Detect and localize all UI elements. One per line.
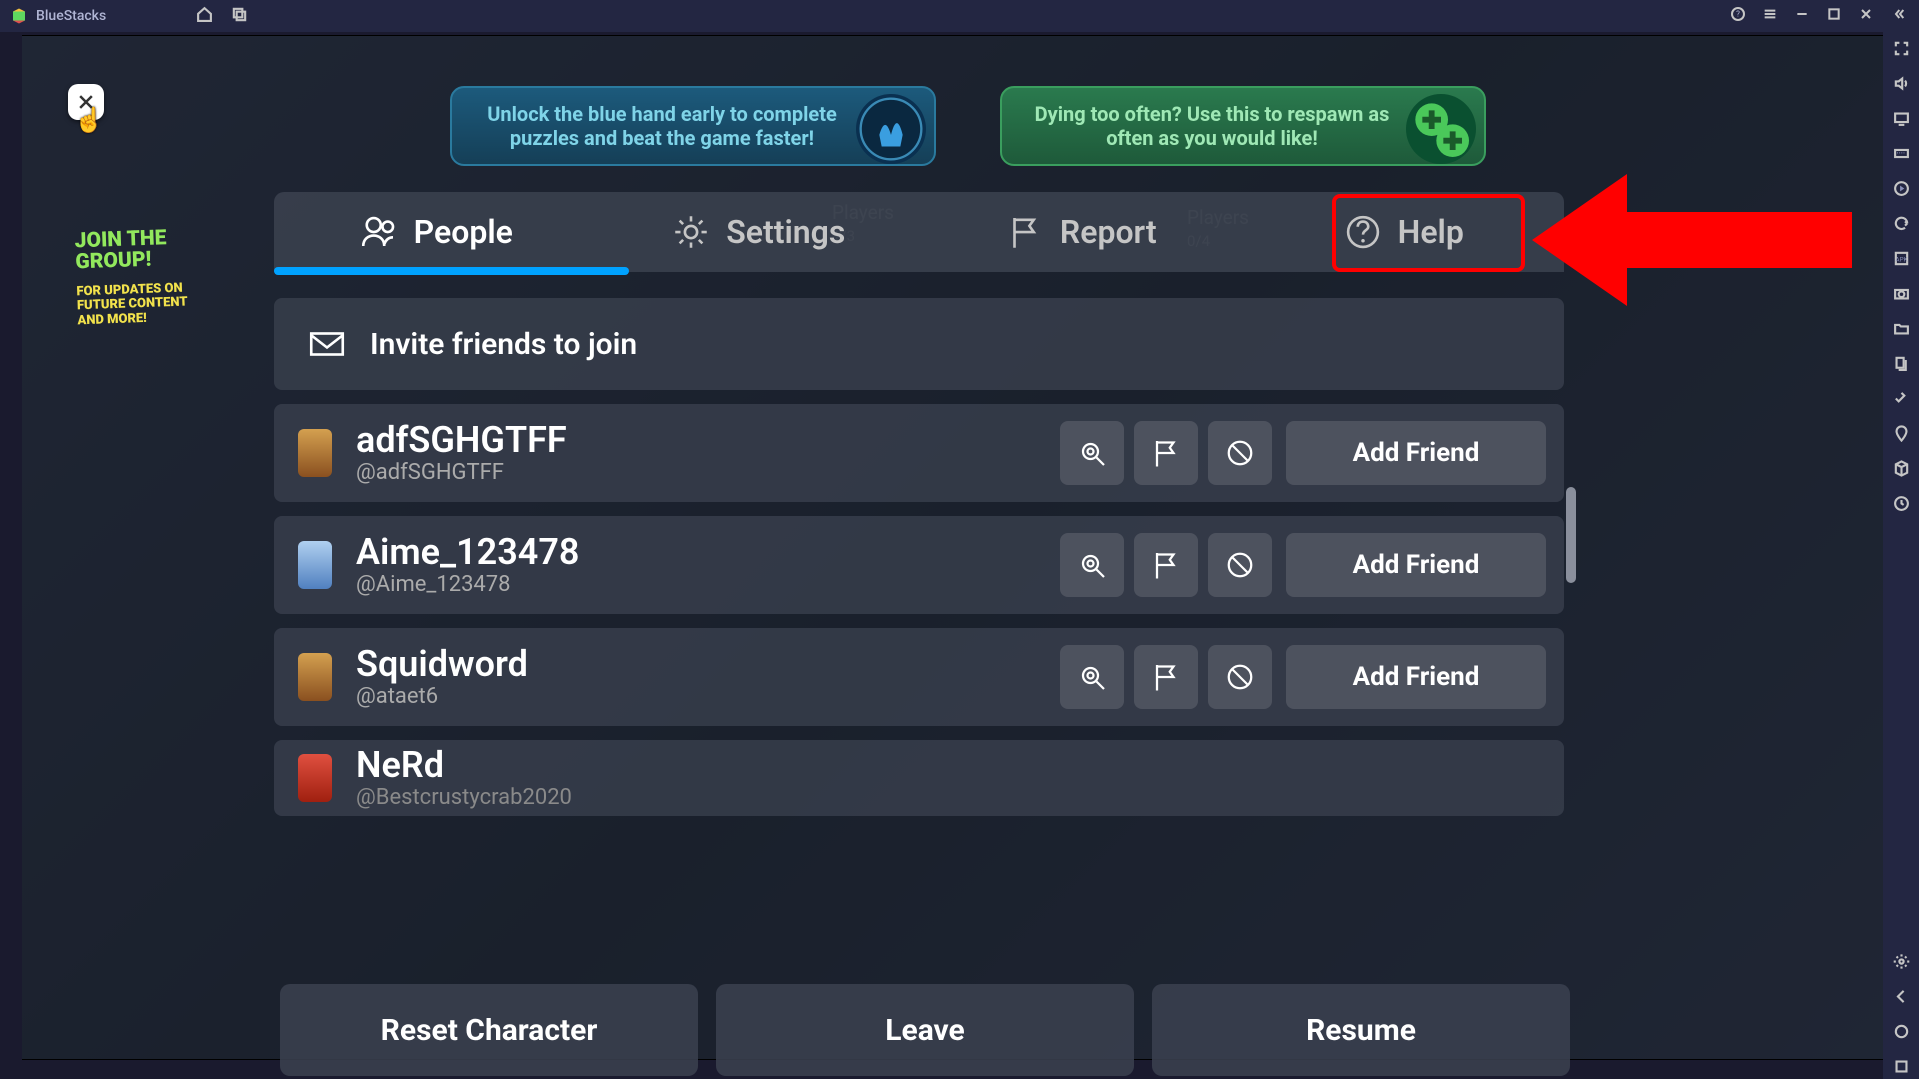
bottom-button-row: Reset Character Leave Resume (280, 984, 1570, 1076)
hamburger-icon[interactable] (1759, 6, 1781, 26)
player-row[interactable]: NeRd @Bestcrustycrab2020 (274, 740, 1564, 816)
flag-icon (1004, 211, 1046, 253)
player-handle: @Bestcrustycrab2020 (356, 785, 572, 810)
reset-character-button[interactable]: Reset Character (280, 984, 698, 1076)
home-icon[interactable] (196, 6, 213, 27)
people-icon (358, 211, 400, 253)
mail-icon (306, 323, 348, 365)
player-names: adfSGHGTFF @adfSGHGTFF (356, 422, 567, 485)
player-names: NeRd @Bestcrustycrab2020 (356, 747, 572, 810)
recent-apps-icon[interactable] (231, 6, 248, 27)
folder-icon[interactable] (1893, 320, 1910, 341)
help-icon (1342, 211, 1384, 253)
inspect-button[interactable] (1060, 533, 1124, 597)
tab-settings-label: Settings (726, 213, 845, 251)
camera-icon[interactable] (1893, 285, 1910, 306)
tab-people[interactable]: People (274, 192, 597, 272)
player-row[interactable]: Squidword @ataet6 Add Friend (274, 628, 1564, 726)
player-display-name: NeRd (356, 747, 572, 783)
game-menu: People Settings Report Help Invite frien… (274, 192, 1564, 816)
block-player-button[interactable] (1208, 533, 1272, 597)
window-titlebar: BlueStacks ? (0, 0, 1919, 32)
inspect-button[interactable] (1060, 421, 1124, 485)
tab-people-label: People (414, 213, 513, 251)
avatar (298, 754, 332, 802)
add-friend-button[interactable]: Add Friend (1286, 421, 1546, 485)
player-display-name: adfSGHGTFF (356, 422, 567, 458)
gear-icon (670, 211, 712, 253)
player-names: Squidword @ataet6 (356, 646, 528, 709)
player-display-name: Squidword (356, 646, 528, 682)
tab-settings[interactable]: Settings (597, 192, 920, 272)
promo-blue-hand[interactable]: Unlock the blue hand early to complete p… (450, 86, 936, 166)
macro-icon[interactable]: APK (1893, 250, 1910, 271)
sync-icon[interactable] (1893, 215, 1910, 236)
layers-icon[interactable] (1893, 355, 1910, 376)
game-viewport: Players1/3 Players0/4 JOIN THE GROUP! FO… (22, 35, 1883, 1060)
player-handle: @ataet6 (356, 684, 528, 709)
location-icon[interactable] (1893, 425, 1910, 446)
add-friend-button[interactable]: Add Friend (1286, 645, 1546, 709)
scrollbar-thumb[interactable] (1566, 487, 1576, 583)
side-toolbar: APK (1883, 32, 1919, 1079)
bg-sign: JOIN THE GROUP! FOR UPDATES ON FUTURE CO… (74, 227, 212, 329)
collapse-panel-icon[interactable] (1887, 6, 1909, 26)
resume-button[interactable]: Resume (1152, 984, 1570, 1076)
block-player-button[interactable] (1208, 645, 1272, 709)
avatar (298, 653, 332, 701)
player-row[interactable]: adfSGHGTFF @adfSGHGTFF Add Friend (274, 404, 1564, 502)
app-title: BlueStacks (36, 8, 106, 24)
add-friend-button[interactable]: Add Friend (1286, 533, 1546, 597)
recents-icon[interactable] (1893, 1058, 1910, 1079)
svg-text:APK: APK (1895, 255, 1907, 263)
player-handle: @adfSGHGTFF (356, 460, 567, 485)
leave-button[interactable]: Leave (716, 984, 1134, 1076)
promo-blue-text: Unlock the blue hand early to complete p… (470, 102, 854, 150)
block-player-button[interactable] (1208, 421, 1272, 485)
svg-text:?: ? (1736, 10, 1740, 19)
close-menu-button[interactable] (68, 84, 104, 120)
volume-icon[interactable] (1893, 75, 1910, 96)
tab-underline (274, 267, 629, 275)
tab-report[interactable]: Report (919, 192, 1242, 272)
promo-respawn[interactable]: Dying too often? Use this to respawn as … (1000, 86, 1486, 166)
clock-icon[interactable] (1893, 495, 1910, 516)
tab-help-label: Help (1398, 213, 1464, 251)
report-player-button[interactable] (1134, 533, 1198, 597)
promo-green-text: Dying too often? Use this to respawn as … (1020, 102, 1404, 150)
home-nav-icon[interactable] (1893, 1023, 1910, 1044)
player-list: adfSGHGTFF @adfSGHGTFF Add Friend Aime_1… (274, 404, 1564, 816)
play-icon[interactable] (1893, 180, 1910, 201)
tab-report-label: Report (1060, 213, 1157, 251)
avatar (298, 541, 332, 589)
tab-help[interactable]: Help (1242, 192, 1565, 272)
player-names: Aime_123478 @Aime_123478 (356, 534, 580, 597)
player-row[interactable]: Aime_123478 @Aime_123478 Add Friend (274, 516, 1564, 614)
help-circle-icon[interactable]: ? (1727, 6, 1749, 26)
maximize-icon[interactable] (1823, 6, 1845, 26)
inspect-button[interactable] (1060, 645, 1124, 709)
cube-icon[interactable] (1893, 460, 1910, 481)
report-player-button[interactable] (1134, 421, 1198, 485)
avatar (298, 429, 332, 477)
player-display-name: Aime_123478 (356, 534, 580, 570)
keyboard-icon[interactable] (1893, 145, 1910, 166)
bg-sign-bottom: FOR UPDATES ON FUTURE CONTENT AND MORE! (76, 281, 212, 329)
back-icon[interactable] (1893, 988, 1910, 1009)
close-icon[interactable] (1855, 6, 1877, 26)
rotate-icon[interactable] (1893, 390, 1910, 411)
menu-tabs: People Settings Report Help (274, 192, 1564, 272)
fullscreen-icon[interactable] (1893, 40, 1910, 61)
bg-sign-top: JOIN THE GROUP! (74, 227, 210, 274)
minimize-icon[interactable] (1791, 6, 1813, 26)
display-icon[interactable] (1893, 110, 1910, 131)
settings-gear-icon[interactable] (1893, 953, 1910, 974)
report-player-button[interactable] (1134, 645, 1198, 709)
invite-label: Invite friends to join (370, 327, 637, 362)
invite-friends-button[interactable]: Invite friends to join (274, 298, 1564, 390)
bluestacks-logo-icon (10, 7, 28, 25)
player-handle: @Aime_123478 (356, 572, 580, 597)
